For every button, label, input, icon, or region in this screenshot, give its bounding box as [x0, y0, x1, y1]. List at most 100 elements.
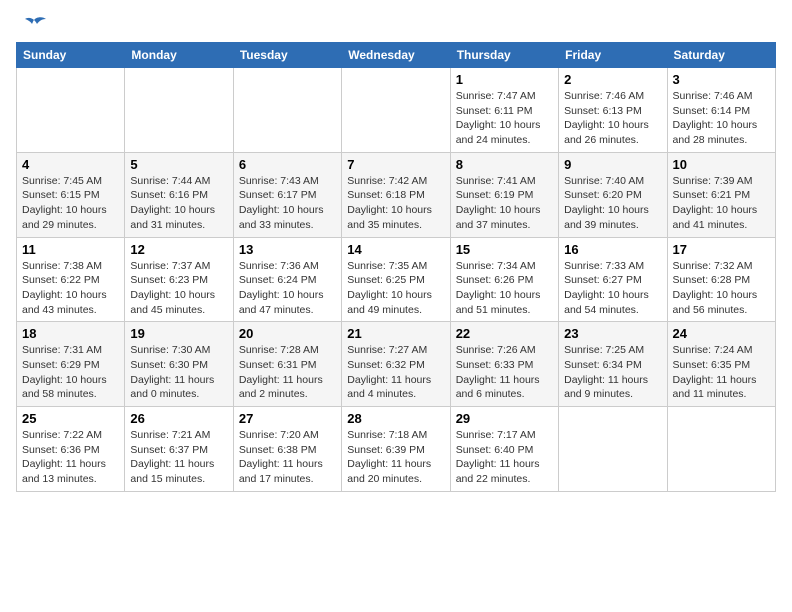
day-info: Sunrise: 7:35 AM Sunset: 6:25 PM Dayligh…: [347, 259, 444, 318]
weekday-header-wednesday: Wednesday: [342, 43, 450, 68]
calendar-cell: 11 Sunrise: 7:38 AM Sunset: 6:22 PM Dayli…: [17, 237, 125, 322]
calendar-cell: 24 Sunrise: 7:24 AM Sunset: 6:35 PM Dayli…: [667, 322, 775, 407]
calendar-cell: 14 Sunrise: 7:35 AM Sunset: 6:25 PM Dayli…: [342, 237, 450, 322]
weekday-header-thursday: Thursday: [450, 43, 558, 68]
day-info: Sunrise: 7:33 AM Sunset: 6:27 PM Dayligh…: [564, 259, 661, 318]
calendar-cell: 27 Sunrise: 7:20 AM Sunset: 6:38 PM Dayli…: [233, 407, 341, 492]
weekday-header-saturday: Saturday: [667, 43, 775, 68]
calendar-cell: 3 Sunrise: 7:46 AM Sunset: 6:14 PM Daylig…: [667, 68, 775, 153]
day-info: Sunrise: 7:42 AM Sunset: 6:18 PM Dayligh…: [347, 174, 444, 233]
day-number: 3: [673, 72, 770, 87]
calendar-cell: 13 Sunrise: 7:36 AM Sunset: 6:24 PM Dayli…: [233, 237, 341, 322]
calendar-cell: 22Sunrise: 7:26 AM Sunset: 6:33 PM Dayli…: [450, 322, 558, 407]
day-number: 6: [239, 157, 336, 172]
calendar-cell: 26 Sunrise: 7:21 AM Sunset: 6:37 PM Dayli…: [125, 407, 233, 492]
weekday-header-monday: Monday: [125, 43, 233, 68]
day-info: Sunrise: 7:38 AM Sunset: 6:22 PM Dayligh…: [22, 259, 119, 318]
day-info: Sunrise: 7:40 AM Sunset: 6:20 PM Dayligh…: [564, 174, 661, 233]
day-info: Sunrise: 7:25 AM Sunset: 6:34 PM Dayligh…: [564, 343, 661, 402]
day-number: 17: [673, 242, 770, 257]
calendar-cell: 5 Sunrise: 7:44 AM Sunset: 6:16 PM Daylig…: [125, 152, 233, 237]
calendar-cell: 7 Sunrise: 7:42 AM Sunset: 6:18 PM Daylig…: [342, 152, 450, 237]
day-info: Sunrise: 7:34 AM Sunset: 6:26 PM Dayligh…: [456, 259, 553, 318]
day-number: 13: [239, 242, 336, 257]
day-info: Sunrise: 7:32 AM Sunset: 6:28 PM Dayligh…: [673, 259, 770, 318]
day-number: 14: [347, 242, 444, 257]
calendar-cell: 15 Sunrise: 7:34 AM Sunset: 6:26 PM Dayli…: [450, 237, 558, 322]
day-number: 8: [456, 157, 553, 172]
day-info: Sunrise: 7:36 AM Sunset: 6:24 PM Dayligh…: [239, 259, 336, 318]
calendar-cell: 17 Sunrise: 7:32 AM Sunset: 6:28 PM Dayli…: [667, 237, 775, 322]
weekday-header-tuesday: Tuesday: [233, 43, 341, 68]
calendar-cell: 25 Sunrise: 7:22 AM Sunset: 6:36 PM Dayli…: [17, 407, 125, 492]
day-info: Sunrise: 7:28 AM Sunset: 6:31 PM Dayligh…: [239, 343, 336, 402]
day-number: 25: [22, 411, 119, 426]
day-info: Sunrise: 7:43 AM Sunset: 6:17 PM Dayligh…: [239, 174, 336, 233]
day-number: 29: [456, 411, 553, 426]
calendar-cell: 19 Sunrise: 7:30 AM Sunset: 6:30 PM Dayli…: [125, 322, 233, 407]
calendar-week-row: 25 Sunrise: 7:22 AM Sunset: 6:36 PM Dayli…: [17, 407, 776, 492]
logo-bird-icon: [20, 16, 48, 38]
day-number: 2: [564, 72, 661, 87]
day-number: 1: [456, 72, 553, 87]
calendar-cell: [17, 68, 125, 153]
calendar-cell: 21 Sunrise: 7:27 AM Sunset: 6:32 PM Dayli…: [342, 322, 450, 407]
day-info: Sunrise: 7:18 AM Sunset: 6:39 PM Dayligh…: [347, 428, 444, 487]
calendar-cell: 23 Sunrise: 7:25 AM Sunset: 6:34 PM Dayli…: [559, 322, 667, 407]
day-info: Sunrise: 7:17 AM Sunset: 6:40 PM Dayligh…: [456, 428, 553, 487]
calendar-cell: 29 Sunrise: 7:17 AM Sunset: 6:40 PM Dayli…: [450, 407, 558, 492]
calendar-cell: [342, 68, 450, 153]
day-info: Sunrise: 7:44 AM Sunset: 6:16 PM Dayligh…: [130, 174, 227, 233]
day-info: Sunrise: 7:30 AM Sunset: 6:30 PM Dayligh…: [130, 343, 227, 402]
day-info: Sunrise: 7:37 AM Sunset: 6:23 PM Dayligh…: [130, 259, 227, 318]
day-number: 24: [673, 326, 770, 341]
calendar-cell: [667, 407, 775, 492]
day-number: 7: [347, 157, 444, 172]
calendar-week-row: 4Sunrise: 7:45 AM Sunset: 6:15 PM Daylig…: [17, 152, 776, 237]
day-number: 20: [239, 326, 336, 341]
calendar-cell: [559, 407, 667, 492]
day-number: 5: [130, 157, 227, 172]
calendar-week-row: 18 Sunrise: 7:31 AM Sunset: 6:29 PM Dayli…: [17, 322, 776, 407]
day-number: 26: [130, 411, 227, 426]
day-info: Sunrise: 7:31 AM Sunset: 6:29 PM Dayligh…: [22, 343, 119, 402]
calendar-cell: 4Sunrise: 7:45 AM Sunset: 6:15 PM Daylig…: [17, 152, 125, 237]
day-number: 19: [130, 326, 227, 341]
weekday-header-friday: Friday: [559, 43, 667, 68]
day-number: 4: [22, 157, 119, 172]
calendar-cell: 9Sunrise: 7:40 AM Sunset: 6:20 PM Daylig…: [559, 152, 667, 237]
calendar-week-row: 1 Sunrise: 7:47 AM Sunset: 6:11 PM Daylig…: [17, 68, 776, 153]
day-info: Sunrise: 7:24 AM Sunset: 6:35 PM Dayligh…: [673, 343, 770, 402]
day-number: 22: [456, 326, 553, 341]
calendar-cell: 28Sunrise: 7:18 AM Sunset: 6:39 PM Dayli…: [342, 407, 450, 492]
calendar-cell: 10 Sunrise: 7:39 AM Sunset: 6:21 PM Dayli…: [667, 152, 775, 237]
page-header: [16, 16, 776, 34]
day-info: Sunrise: 7:46 AM Sunset: 6:13 PM Dayligh…: [564, 89, 661, 148]
calendar-cell: 1 Sunrise: 7:47 AM Sunset: 6:11 PM Daylig…: [450, 68, 558, 153]
day-info: Sunrise: 7:46 AM Sunset: 6:14 PM Dayligh…: [673, 89, 770, 148]
weekday-header-sunday: Sunday: [17, 43, 125, 68]
day-number: 18: [22, 326, 119, 341]
calendar-cell: 6 Sunrise: 7:43 AM Sunset: 6:17 PM Daylig…: [233, 152, 341, 237]
calendar-cell: [125, 68, 233, 153]
day-info: Sunrise: 7:47 AM Sunset: 6:11 PM Dayligh…: [456, 89, 553, 148]
day-number: 27: [239, 411, 336, 426]
day-number: 11: [22, 242, 119, 257]
day-number: 16: [564, 242, 661, 257]
day-number: 10: [673, 157, 770, 172]
day-number: 12: [130, 242, 227, 257]
calendar-week-row: 11 Sunrise: 7:38 AM Sunset: 6:22 PM Dayli…: [17, 237, 776, 322]
day-info: Sunrise: 7:22 AM Sunset: 6:36 PM Dayligh…: [22, 428, 119, 487]
day-number: 21: [347, 326, 444, 341]
calendar-cell: 16 Sunrise: 7:33 AM Sunset: 6:27 PM Dayli…: [559, 237, 667, 322]
day-info: Sunrise: 7:27 AM Sunset: 6:32 PM Dayligh…: [347, 343, 444, 402]
day-number: 23: [564, 326, 661, 341]
day-info: Sunrise: 7:39 AM Sunset: 6:21 PM Dayligh…: [673, 174, 770, 233]
calendar-cell: [233, 68, 341, 153]
calendar-cell: 8 Sunrise: 7:41 AM Sunset: 6:19 PM Daylig…: [450, 152, 558, 237]
day-number: 15: [456, 242, 553, 257]
day-info: Sunrise: 7:20 AM Sunset: 6:38 PM Dayligh…: [239, 428, 336, 487]
day-info: Sunrise: 7:21 AM Sunset: 6:37 PM Dayligh…: [130, 428, 227, 487]
day-info: Sunrise: 7:41 AM Sunset: 6:19 PM Dayligh…: [456, 174, 553, 233]
calendar-cell: 2 Sunrise: 7:46 AM Sunset: 6:13 PM Daylig…: [559, 68, 667, 153]
